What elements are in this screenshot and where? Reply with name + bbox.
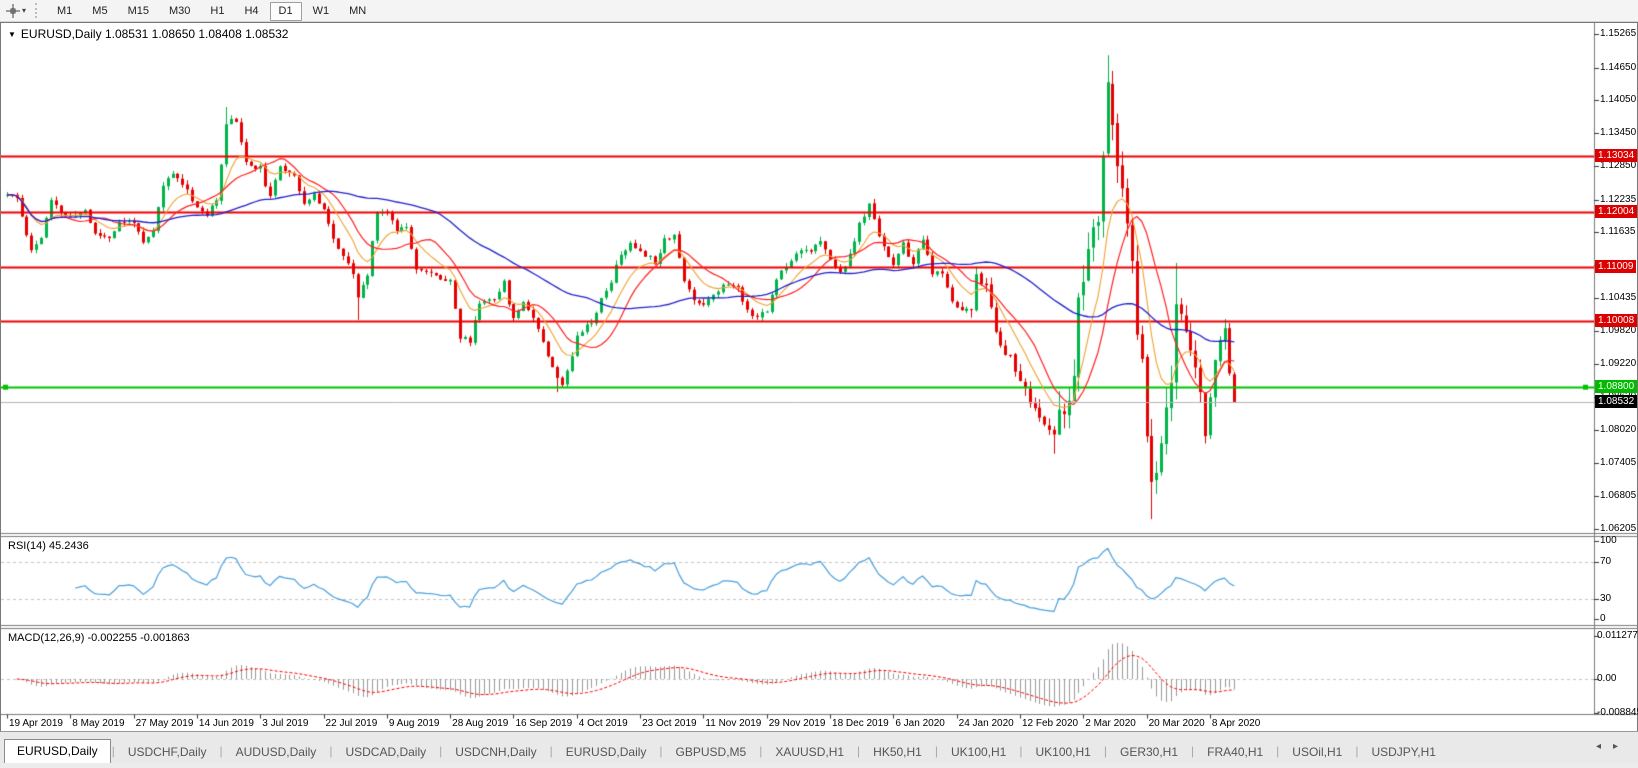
chart-tab-usdcad-daily[interactable]: USDCAD,Daily bbox=[333, 742, 438, 763]
timeframe-button-d1[interactable]: D1 bbox=[270, 2, 302, 21]
chart-tab-hk50-h1[interactable]: HK50,H1 bbox=[861, 742, 934, 763]
tab-scroll-right-icon[interactable]: ▸ bbox=[1613, 741, 1630, 752]
crosshair-tool-button[interactable]: ▾ bbox=[2, 1, 30, 20]
chart-tabs: EURUSD,Daily|USDCHF,Daily|AUDUSD,Daily|U… bbox=[4, 739, 1448, 763]
macd-label: MACD(12,26,9) -0.002255 -0.001863 bbox=[8, 632, 190, 644]
toolbar-grip bbox=[35, 3, 42, 18]
chart-tab-xauusd-h1[interactable]: XAUUSD,H1 bbox=[763, 742, 856, 763]
chart-tab-usdjpy-h1[interactable]: USDJPY,H1 bbox=[1359, 742, 1447, 763]
tab-scroll-arrows: ◂▸ bbox=[1596, 741, 1630, 752]
chart-tab-uk100-h1[interactable]: UK100,H1 bbox=[1023, 742, 1102, 763]
chart-title-dropdown-icon[interactable]: ▼ bbox=[8, 30, 16, 39]
chart-tab-ger30-h1[interactable]: GER30,H1 bbox=[1108, 742, 1190, 763]
chart-title: ▼ EURUSD,Daily 1.08531 1.08650 1.08408 1.… bbox=[8, 27, 288, 41]
chart-tab-usoil-h1[interactable]: USOil,H1 bbox=[1280, 742, 1354, 763]
chart-tab-audusd-daily[interactable]: AUDUSD,Daily bbox=[224, 742, 329, 763]
timeframe-button-m15[interactable]: M15 bbox=[119, 2, 158, 21]
chart-title-symbol: EURUSD,Daily bbox=[21, 27, 102, 41]
chart-canvas[interactable] bbox=[1, 23, 1637, 731]
timeframe-buttons: M1M5M15M30H1H4D1W1MN bbox=[47, 1, 376, 21]
chart-window: ▼ EURUSD,Daily 1.08531 1.08650 1.08408 1.… bbox=[0, 22, 1638, 731]
chevron-down-icon[interactable]: ▾ bbox=[22, 6, 26, 15]
timeframe-button-m5[interactable]: M5 bbox=[83, 2, 116, 21]
chart-tab-eurusd-daily[interactable]: EURUSD,Daily bbox=[554, 742, 659, 763]
chart-tab-usdcnh-daily[interactable]: USDCNH,Daily bbox=[443, 742, 548, 763]
chart-tab-gbpusd-m5[interactable]: GBPUSD,M5 bbox=[664, 742, 759, 763]
timeframe-button-m1[interactable]: M1 bbox=[48, 2, 81, 21]
timeframe-button-m30[interactable]: M30 bbox=[160, 2, 199, 21]
bottom-strip bbox=[0, 763, 1638, 768]
chart-tab-usdchf-daily[interactable]: USDCHF,Daily bbox=[116, 742, 219, 763]
rsi-label: RSI(14) 45.2436 bbox=[8, 540, 89, 552]
chart-tab-eurusd-daily[interactable]: EURUSD,Daily bbox=[4, 739, 111, 764]
chart-title-ohlc: 1.08531 1.08650 1.08408 1.08532 bbox=[105, 27, 289, 41]
chart-tab-uk100-h1[interactable]: UK100,H1 bbox=[939, 742, 1018, 763]
top-toolbar: ▾ M1M5M15M30H1H4D1W1MN bbox=[0, 0, 1638, 22]
chart-tab-fra40-h1[interactable]: FRA40,H1 bbox=[1195, 742, 1275, 763]
trading-app: ▾ M1M5M15M30H1H4D1W1MN ▼ EURUSD,Daily 1.0… bbox=[0, 0, 1638, 768]
tab-scroll-left-icon[interactable]: ◂ bbox=[1596, 741, 1613, 752]
crosshair-icon bbox=[6, 4, 20, 18]
timeframe-button-mn[interactable]: MN bbox=[340, 2, 375, 21]
timeframe-button-w1[interactable]: W1 bbox=[304, 2, 339, 21]
chart-tabbar: EURUSD,Daily|USDCHF,Daily|AUDUSD,Daily|U… bbox=[0, 731, 1638, 764]
timeframe-button-h1[interactable]: H1 bbox=[201, 2, 233, 21]
timeframe-button-h4[interactable]: H4 bbox=[235, 2, 267, 21]
